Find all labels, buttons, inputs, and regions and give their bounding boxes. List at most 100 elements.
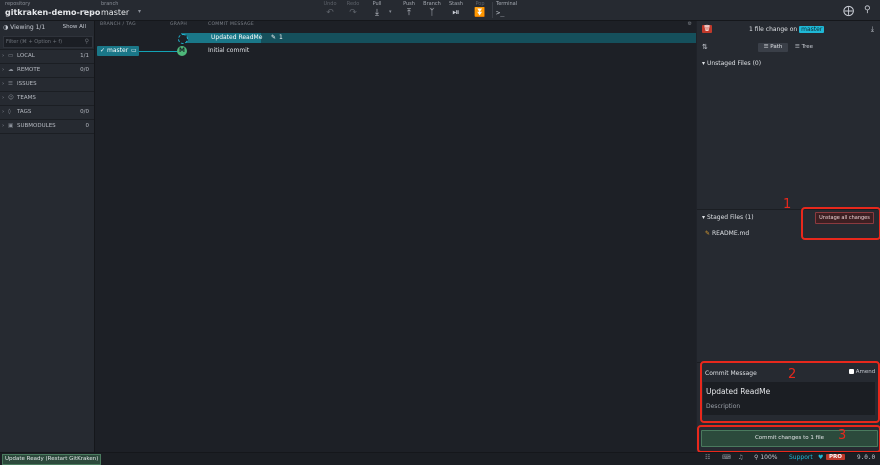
wip-row[interactable]: Updated ReadMe ✎ 1 bbox=[95, 33, 696, 44]
bell-icon[interactable]: ♫ bbox=[738, 454, 743, 461]
keyboard-icon[interactable]: ⌨ bbox=[722, 454, 731, 461]
kraken-logo-icon[interactable]: ⨁ bbox=[843, 4, 854, 17]
status-bar: Update Ready (Restart GitKraken) ☷ ⌨ ♫ ⚲… bbox=[0, 452, 880, 465]
pop-button[interactable]: Pop ⏬ bbox=[469, 1, 491, 18]
pull-icon: ⤓ bbox=[375, 8, 379, 18]
update-ready-button[interactable]: Update Ready (Restart GitKraken) bbox=[2, 454, 102, 465]
repo-selector[interactable]: gitkraken-demo-repo bbox=[5, 8, 100, 17]
filter-input[interactable]: Filter (⌘ + Option + f) ⚲ bbox=[3, 36, 93, 48]
branch-selector[interactable]: master bbox=[101, 8, 129, 17]
monitor-icon: ▭ bbox=[131, 47, 137, 54]
chevron-down-icon: ▾ bbox=[702, 214, 706, 221]
wip-message: Updated ReadMe bbox=[211, 34, 263, 41]
trash-icon[interactable]: 🗑 bbox=[702, 25, 712, 33]
col-graph-header: GRAPH bbox=[170, 22, 188, 27]
filter-placeholder: Filter (⌘ + Option + f) bbox=[6, 39, 63, 45]
search-icon[interactable]: ⚲ bbox=[864, 5, 871, 15]
undo-icon: ↶ bbox=[326, 8, 334, 18]
staged-header[interactable]: ▾ Staged Files (1) bbox=[702, 214, 754, 221]
col-branch-header: BRANCH / TAG bbox=[100, 22, 136, 27]
tag-icon: ◊ bbox=[8, 109, 11, 115]
commit-row[interactable]: ✓ master ▭ M Initial commit bbox=[95, 45, 696, 57]
cloud-icon: ☁ bbox=[8, 67, 14, 73]
chevron-down-icon[interactable]: ▾ bbox=[83, 8, 86, 15]
tree-label: Tree bbox=[801, 44, 814, 50]
branch-badge: master bbox=[799, 26, 825, 33]
tree-icon: ☰ bbox=[794, 44, 800, 50]
terminal-icon: >_ bbox=[496, 9, 505, 17]
sidebar-item-submodules[interactable]: › ▣ SUBMODULES 0 bbox=[0, 119, 94, 134]
list-icon: ☰ bbox=[763, 44, 769, 50]
unstaged-label: Unstaged Files (0) bbox=[706, 60, 762, 67]
search-icon: ⚲ bbox=[84, 38, 89, 45]
pull-button[interactable]: Pull ⤓ bbox=[366, 1, 388, 18]
zoom-icon: ⚲ bbox=[754, 454, 759, 461]
viewing-count: Viewing 1/1 bbox=[10, 24, 46, 31]
team-icon: ☺ bbox=[8, 95, 14, 101]
tree-view-button[interactable]: ☰ Tree bbox=[790, 43, 818, 52]
sidebar-item-teams[interactable]: › ☺ TEAMS bbox=[0, 91, 94, 105]
section-count: 0/0 bbox=[80, 67, 89, 73]
section-label: TAGS bbox=[17, 109, 32, 115]
layout-icon[interactable]: ☷ bbox=[705, 454, 710, 461]
col-message-header: COMMIT MESSAGE bbox=[208, 22, 255, 27]
undo-button[interactable]: Undo ↶ bbox=[319, 1, 341, 18]
sidebar-item-remote[interactable]: › ☁ REMOTE 0/0 bbox=[0, 63, 94, 77]
sidebar-item-tags[interactable]: › ◊ TAGS 0/0 bbox=[0, 105, 94, 119]
wip-count: 1 bbox=[279, 34, 283, 41]
chevron-right-icon: › bbox=[2, 53, 5, 59]
annotation-box-3 bbox=[697, 425, 880, 453]
branch-tag[interactable]: ✓ master ▭ bbox=[97, 46, 139, 56]
monitor-icon: ▭ bbox=[8, 53, 14, 59]
viewing-row: ◑ Viewing 1/1 bbox=[3, 24, 45, 31]
viewing-toggle-icon[interactable]: ◑ bbox=[3, 24, 8, 31]
pencil-icon: ✎ bbox=[271, 34, 277, 41]
branch-button[interactable]: Branch ᛉ bbox=[421, 1, 443, 18]
show-all-button[interactable]: Show All bbox=[63, 24, 86, 30]
pencil-icon: ✎ bbox=[705, 230, 711, 237]
sidebar-item-local[interactable]: › ▭ LOCAL 1/1 bbox=[0, 49, 94, 63]
redo-button[interactable]: Redo ↷ bbox=[342, 1, 364, 18]
branch-label: branch bbox=[101, 1, 119, 7]
submodule-icon: ▣ bbox=[8, 123, 14, 129]
chevron-down-icon[interactable]: ▾ bbox=[138, 8, 141, 15]
push-button[interactable]: Push ⤒ bbox=[398, 1, 420, 18]
sort-icon[interactable]: ⇅ bbox=[702, 43, 708, 51]
chevron-down-icon: ▾ bbox=[702, 60, 706, 67]
section-count: 0 bbox=[85, 123, 90, 129]
commit-avatar: M bbox=[177, 46, 187, 56]
zoom-level: 100% bbox=[760, 454, 778, 461]
wip-node bbox=[178, 34, 188, 44]
stash-button[interactable]: Stash ⏯ bbox=[445, 1, 467, 18]
section-label: TEAMS bbox=[17, 95, 36, 101]
support-link[interactable]: Support bbox=[789, 454, 813, 461]
terminal-label: Terminal bbox=[496, 1, 518, 7]
annotation-number-1: 1 bbox=[783, 197, 792, 212]
branch-btn-label: Branch bbox=[423, 1, 441, 7]
stash-icon: ⏯ bbox=[452, 8, 460, 18]
section-label: ISSUES bbox=[17, 81, 37, 87]
staged-label: Staged Files (1) bbox=[706, 214, 754, 221]
path-view-button[interactable]: ☰ Path bbox=[758, 43, 788, 52]
settings-icon[interactable]: ⚙ bbox=[688, 21, 692, 27]
staged-file-name: README.md bbox=[711, 230, 750, 237]
terminal-button[interactable]: Terminal >_ bbox=[496, 1, 526, 18]
change-summary-text: 1 file change on bbox=[749, 26, 798, 33]
unstaged-header[interactable]: ▾ Unstaged Files (0) bbox=[702, 60, 761, 67]
toolbar-divider bbox=[492, 2, 493, 18]
section-label: REMOTE bbox=[17, 67, 41, 73]
sidebar-item-issues[interactable]: › ☰ ISSUES bbox=[0, 77, 94, 91]
chevron-right-icon: › bbox=[2, 67, 5, 73]
redo-icon: ↷ bbox=[349, 8, 357, 18]
heart-icon: ♥ bbox=[818, 454, 824, 461]
wip-row-highlight bbox=[261, 33, 696, 43]
pop-icon: ⏬ bbox=[474, 8, 486, 18]
pro-badge[interactable]: PRO bbox=[826, 454, 845, 460]
zoom-indicator[interactable]: ⚲ 100% bbox=[754, 454, 777, 461]
section-count: 1/1 bbox=[80, 53, 89, 59]
section-count: 0/0 bbox=[80, 109, 89, 115]
annotation-number-3: 3 bbox=[838, 428, 847, 443]
staged-file-row[interactable]: ✎ README.md bbox=[705, 230, 749, 237]
download-icon[interactable]: ⤓ bbox=[871, 25, 874, 34]
pull-dropdown-icon[interactable]: ▾ bbox=[389, 9, 392, 15]
